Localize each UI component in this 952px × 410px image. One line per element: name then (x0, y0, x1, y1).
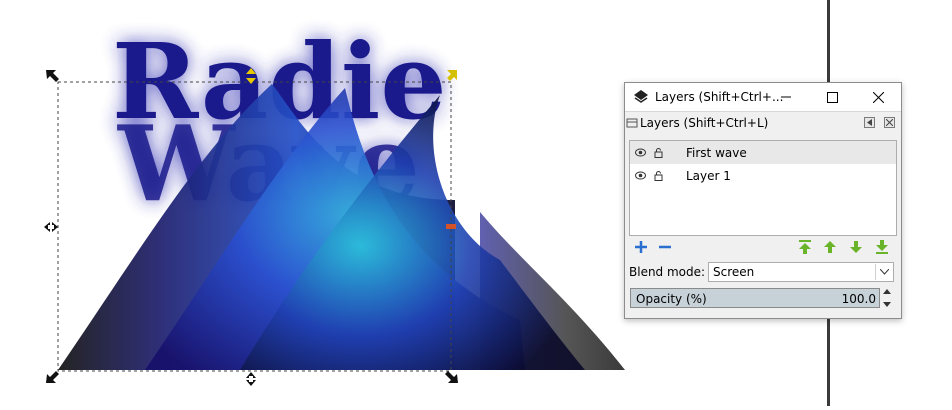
unlock-icon[interactable] (654, 147, 663, 158)
spin-up-icon[interactable] (883, 288, 891, 294)
raise-to-top-icon (799, 240, 811, 254)
triangle-left-icon (867, 119, 872, 126)
lower-to-bottom-icon (876, 240, 888, 254)
add-layer-icon (635, 241, 647, 253)
blend-mode-label: Blend mode: (629, 265, 706, 279)
lower-layer-button[interactable] (847, 238, 865, 256)
chevron-down-icon[interactable] (875, 264, 892, 280)
opacity-spinner[interactable] (883, 288, 893, 308)
spin-down-icon[interactable] (883, 302, 891, 308)
minimize-icon (781, 96, 791, 98)
handle-top-right[interactable] (447, 70, 457, 81)
opacity-label: Opacity (%) (636, 292, 707, 306)
panel-close-button[interactable] (884, 117, 895, 128)
opacity-row: Opacity (%) 100.0 (629, 288, 895, 310)
blend-mode-select[interactable]: Screen (708, 262, 894, 282)
add-layer-button[interactable] (632, 238, 650, 256)
layers-icon (634, 90, 648, 103)
handle-bottom (246, 372, 256, 386)
panel-collapse-button[interactable] (864, 117, 875, 128)
panel-title: Layers (Shift+Ctrl+L) (640, 116, 769, 130)
panel-layers-icon (626, 118, 638, 128)
panel-header: Layers (Shift+Ctrl+L) (625, 111, 901, 134)
close-icon (872, 91, 884, 103)
handle-top-left (46, 70, 59, 82)
lower-icon (850, 241, 862, 253)
handle-left (44, 222, 58, 232)
maximize-icon (826, 91, 838, 103)
maximize-button[interactable] (809, 83, 855, 111)
dialog-titlebar[interactable]: Layers (Shift+Ctrl+... (625, 83, 901, 111)
handle-bottom-right (445, 371, 458, 383)
node-marker[interactable] (446, 224, 456, 229)
layer-name[interactable]: First wave (686, 146, 747, 160)
layer-row[interactable]: First wave (630, 141, 896, 164)
blend-mode-row: Blend mode: Screen (629, 261, 895, 283)
layer-row[interactable]: Layer 1 (630, 164, 896, 187)
opacity-slider[interactable]: Opacity (%) 100.0 (630, 288, 880, 308)
layer-toolbar (629, 237, 895, 257)
remove-layer-button[interactable] (656, 238, 674, 256)
eye-icon[interactable] (635, 148, 646, 157)
layers-dialog[interactable]: Layers (Shift+Ctrl+... Layers (Shift+Ctr… (624, 82, 902, 319)
opacity-value: 100.0 (841, 292, 876, 306)
raise-icon (824, 241, 836, 253)
unlock-icon[interactable] (654, 170, 663, 181)
raise-to-top-button[interactable] (796, 238, 814, 256)
blend-mode-value: Screen (713, 265, 755, 279)
remove-layer-icon (659, 245, 671, 249)
close-button[interactable] (855, 83, 901, 111)
handle-bottom-left (46, 371, 59, 383)
raise-layer-button[interactable] (821, 238, 839, 256)
lower-to-bottom-button[interactable] (873, 238, 891, 256)
minimize-button[interactable] (763, 83, 809, 111)
layer-name[interactable]: Layer 1 (686, 169, 731, 183)
close-small-icon (886, 119, 893, 126)
eye-icon[interactable] (635, 171, 646, 180)
layer-list[interactable]: First wave Layer 1 (629, 140, 897, 236)
